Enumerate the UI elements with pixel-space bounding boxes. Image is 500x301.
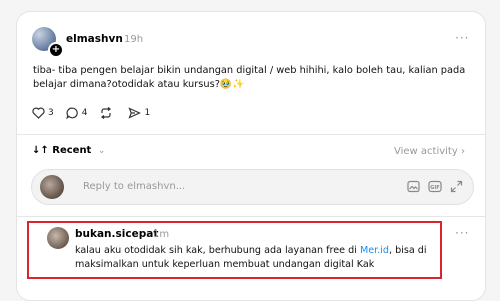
- image-icon[interactable]: [407, 180, 420, 193]
- expand-icon[interactable]: [450, 180, 463, 193]
- divider: [16, 134, 486, 135]
- comment-time: 1m: [153, 229, 170, 240]
- comment-text-before: kalau aku otodidak sih kak, berhubung ad…: [75, 245, 360, 256]
- share-button[interactable]: 1: [128, 107, 150, 119]
- share-count: 1: [144, 108, 151, 118]
- follow-plus-icon[interactable]: +: [48, 42, 64, 58]
- reply-input[interactable]: Reply to elmashvn... GIF: [31, 169, 474, 205]
- sort-arrows-icon: ↓↑: [32, 145, 49, 156]
- post-text: tiba- tiba pengen belajar bikin undangan…: [33, 65, 466, 90]
- mer-id-link[interactable]: Mer.id: [360, 245, 389, 256]
- sort-dropdown[interactable]: ↓↑ Recent ⌄: [32, 145, 105, 156]
- post-actions: 3 4 1: [32, 106, 162, 120]
- chevron-down-icon: ⌄: [97, 146, 106, 156]
- commenter-avatar[interactable]: [47, 227, 69, 249]
- comment-button[interactable]: 4: [66, 107, 88, 119]
- reply-placeholder: Reply to elmashvn...: [83, 181, 186, 192]
- repost-icon: [101, 107, 112, 119]
- heart-icon: [32, 107, 45, 119]
- gif-icon[interactable]: GIF: [428, 180, 442, 193]
- comment-text: kalau aku otodidak sih kak, berhubung ad…: [75, 244, 435, 272]
- send-icon: [128, 107, 142, 119]
- like-count: 3: [48, 108, 54, 118]
- sort-label: Recent: [52, 145, 92, 156]
- comment-more-icon[interactable]: ···: [455, 226, 469, 240]
- divider: [16, 216, 486, 217]
- comment-username[interactable]: bukan.sicepat: [75, 228, 158, 240]
- repost-button[interactable]: [99, 107, 116, 119]
- post-username[interactable]: elmashvn: [66, 33, 123, 45]
- view-activity-link[interactable]: View activity ›: [394, 146, 465, 157]
- comment-icon: [66, 107, 78, 119]
- post-more-icon[interactable]: ···: [455, 31, 469, 45]
- post-time: 19h: [124, 34, 144, 45]
- svg-text:GIF: GIF: [430, 185, 439, 191]
- current-user-avatar: [40, 175, 64, 199]
- like-button[interactable]: 3: [32, 107, 54, 119]
- comment-count: 4: [81, 108, 88, 118]
